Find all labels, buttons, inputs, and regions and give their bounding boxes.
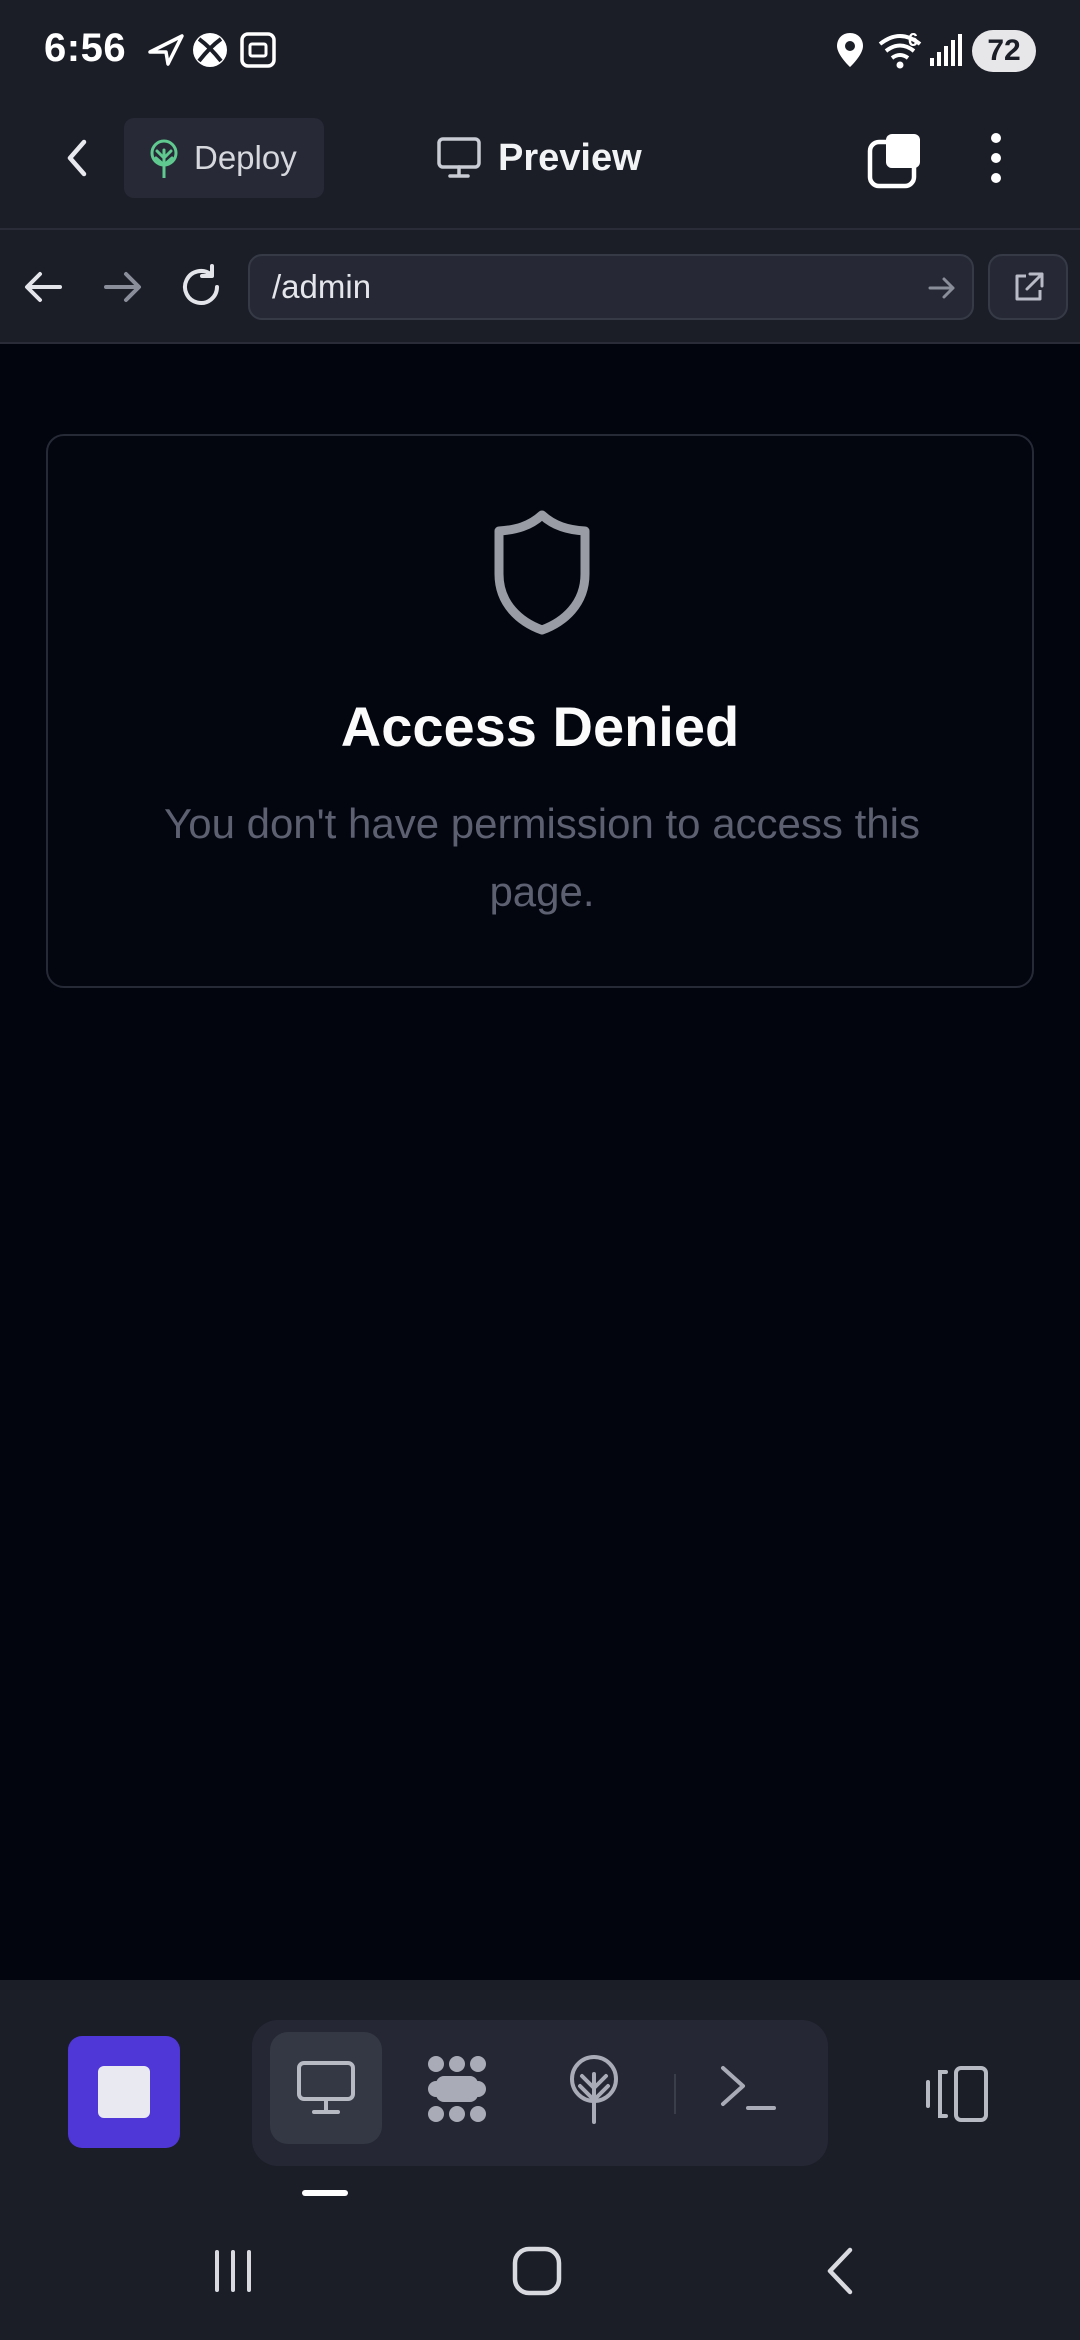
mode-terminal-button[interactable] [692, 2032, 804, 2144]
access-denied-card: Access Denied You don't have permission … [46, 434, 1034, 988]
app-toolbar: Deploy Preview [0, 104, 1080, 230]
location-icon [834, 30, 866, 70]
mode-deploy-button[interactable] [538, 2032, 650, 2144]
wifi-badge: 6 [908, 30, 919, 50]
more-vertical-icon[interactable] [978, 128, 1014, 188]
stop-button[interactable] [68, 2036, 180, 2148]
deploy-label: Deploy [194, 139, 297, 176]
mode-divider [674, 2074, 676, 2114]
battery-level: 72 [987, 34, 1021, 67]
mode-preview-button[interactable] [270, 2032, 382, 2144]
back-icon[interactable] [818, 2244, 864, 2298]
arrow-right-icon[interactable] [926, 272, 958, 304]
active-mode-indicator [302, 2190, 348, 2196]
external-link-icon [1012, 270, 1046, 304]
deploy-button[interactable]: Deploy [124, 118, 324, 198]
battery-indicator: 72 [972, 30, 1036, 72]
system-nav-bar [0, 2210, 1080, 2340]
page-title: Preview [498, 137, 642, 179]
home-icon[interactable] [510, 2244, 564, 2298]
deploy-tree-icon [146, 138, 182, 178]
dots-grid-icon [422, 2054, 492, 2124]
stop-icon [98, 2066, 150, 2118]
terminal-icon [718, 2062, 778, 2114]
status-time: 6:56 [44, 26, 127, 70]
navigation-arrow-icon [146, 30, 186, 70]
browser-bar: /admin [0, 230, 1080, 344]
xbox-icon [190, 30, 230, 70]
status-bar: 6:56 6 72 [0, 0, 1080, 104]
url-input[interactable]: /admin [248, 254, 974, 320]
shield-icon [490, 508, 594, 638]
reload-icon[interactable] [176, 262, 226, 312]
chevron-left-icon[interactable] [52, 132, 104, 184]
access-denied-message: You don't have permission to access this… [164, 800, 920, 915]
url-text: /admin [272, 268, 372, 305]
access-denied-title: Access Denied [340, 695, 740, 758]
back-arrow-icon[interactable] [20, 264, 68, 310]
signal-icon [928, 30, 964, 70]
forward-arrow-icon[interactable] [98, 264, 146, 310]
deploy-tree-icon [564, 2054, 624, 2124]
mode-switcher [252, 2020, 828, 2166]
recents-icon[interactable] [208, 2246, 258, 2296]
monitor-icon [436, 136, 482, 180]
tabs-icon[interactable] [866, 130, 926, 190]
screenshot-icon [238, 30, 278, 70]
mode-dots-button[interactable] [400, 2032, 512, 2144]
split-panel-icon[interactable] [922, 2064, 990, 2124]
open-external-button[interactable] [988, 254, 1068, 320]
bottom-dock [0, 1980, 1080, 2210]
monitor-icon [296, 2060, 356, 2116]
